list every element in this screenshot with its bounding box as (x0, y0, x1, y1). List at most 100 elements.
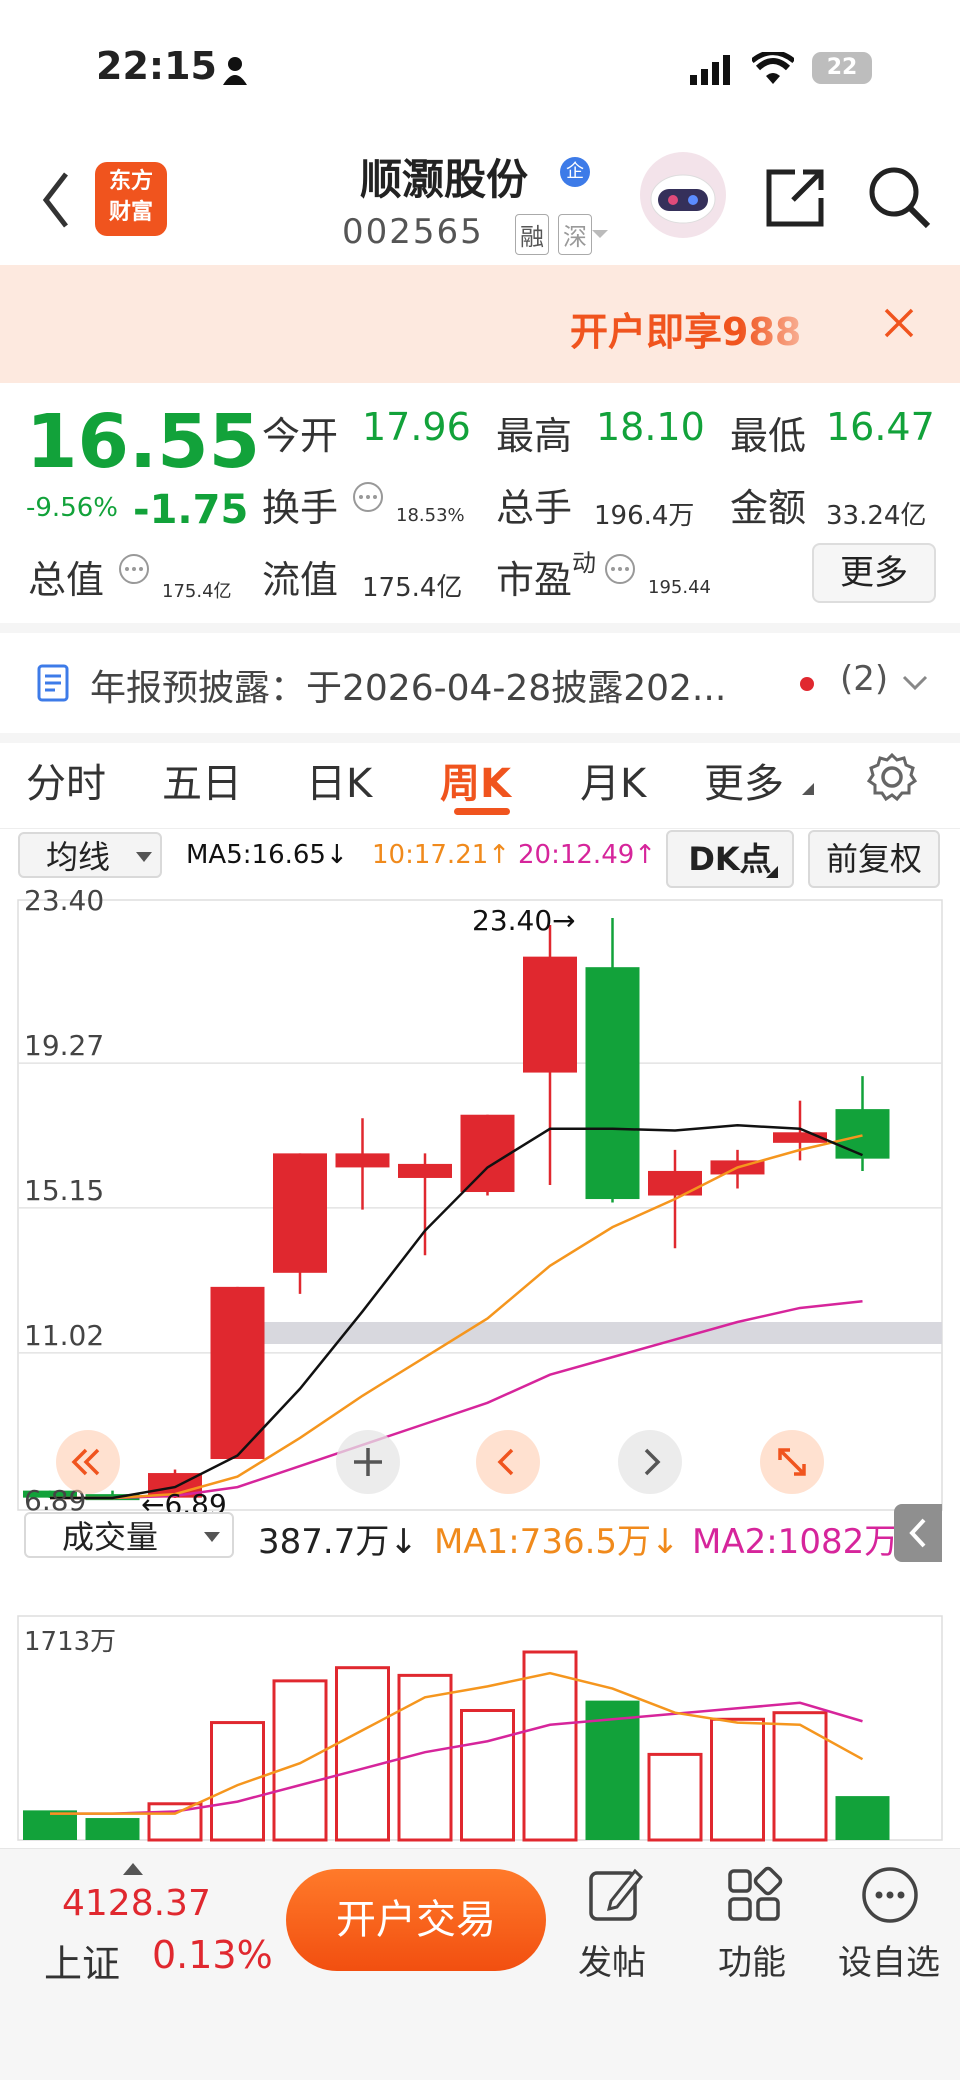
volume-bar (460, 1708, 515, 1842)
signal-icon (690, 55, 730, 85)
back-icon[interactable] (40, 170, 70, 230)
chevron-left-icon (909, 1518, 926, 1548)
pe-superscript: 动 (572, 549, 596, 577)
tab-more[interactable]: 更多 (704, 751, 784, 809)
tab-intraday[interactable]: 分时 (26, 751, 106, 809)
move-left-button[interactable] (476, 1430, 540, 1494)
amount-value: 33.24亿 (826, 501, 927, 531)
share-icon[interactable] (765, 166, 827, 228)
fullscreen-button[interactable] (760, 1430, 824, 1494)
stock-name[interactable]: 顺灏股份 (360, 146, 528, 207)
volume-value: 387.7万↓ (258, 1522, 418, 1562)
candle-body (335, 1153, 390, 1168)
dropdown-icon (204, 1532, 220, 1542)
more-dots-icon[interactable] (860, 1865, 920, 1925)
high-label: 最高 (496, 414, 573, 458)
volume-select-label: 成交量 (62, 1518, 159, 1556)
corner-arrow-icon (766, 866, 778, 878)
ma5-line (50, 1124, 863, 1500)
edit-icon[interactable] (585, 1865, 645, 1925)
volume-bar (772, 1711, 828, 1842)
pe-value: 195.44 (648, 577, 711, 598)
more-button[interactable]: 更多 (812, 543, 936, 603)
index-value[interactable]: 4128.37 (62, 1883, 211, 1924)
last-price: 16.55 (26, 399, 261, 485)
candlestick-chart[interactable]: 23.4019.2715.1511.026.8923.40→←6.891713万… (0, 888, 960, 1848)
tab-five-day[interactable]: 五日 (162, 751, 242, 809)
zoom-in-button[interactable] (336, 1430, 400, 1494)
dropdown-icon (136, 852, 152, 862)
info-icon[interactable] (118, 553, 150, 585)
high-value: 18.10 (596, 405, 705, 449)
price-axis-label: 19.27 (24, 1029, 104, 1062)
ma10-line (50, 1134, 863, 1500)
status-bar: 22:15 22 (0, 0, 960, 140)
margin-tag: 融 (515, 214, 549, 255)
quote-panel: 16.55 -9.56% -1.75 今开 17.96 最高 18.10 最低 … (0, 383, 960, 623)
candle-body (648, 1170, 702, 1196)
volume-ma1: MA1:736.5万↓ (434, 1522, 680, 1562)
adjust-price-button[interactable]: 前复权 (808, 830, 940, 888)
battery-icon: 22 (812, 52, 872, 84)
function-label[interactable]: 功能 (718, 1935, 786, 1984)
person-icon (223, 57, 247, 85)
low-label: 最低 (730, 414, 807, 458)
enterprise-badge: 企 (560, 157, 590, 187)
gear-icon[interactable] (866, 751, 918, 803)
volume-bar (647, 1752, 703, 1842)
volume-axis-label: 1713万 (24, 1627, 116, 1657)
post-label[interactable]: 发帖 (578, 1935, 646, 1984)
open-trade-button[interactable]: 开户交易 (286, 1869, 546, 1971)
adjust-price-label: 前复权 (825, 840, 922, 878)
open-trade-label: 开户交易 (336, 1897, 496, 1943)
dk-point-button[interactable]: DK点 (666, 830, 794, 888)
apps-icon[interactable] (724, 1865, 784, 1925)
candle-body (273, 1153, 327, 1273)
battery-level: 22 (826, 55, 858, 80)
volume-bar (835, 1796, 890, 1840)
add-watchlist-label[interactable]: 设自选 (838, 1935, 940, 1984)
tab-daily-k[interactable]: 日K (306, 751, 372, 809)
move-right-button[interactable] (618, 1430, 682, 1494)
tab-monthly-k[interactable]: 月K (580, 751, 646, 809)
info-icon[interactable] (352, 481, 384, 513)
index-name[interactable]: 上证 (44, 1933, 120, 1988)
wifi-icon (752, 52, 794, 84)
candle-body (398, 1163, 452, 1178)
move-far-left-button[interactable] (56, 1430, 120, 1494)
bottom-toolbar: 4128.37 上证 0.13% 开户交易 发帖 功能 设自选 (0, 1848, 960, 2080)
open-value: 17.96 (362, 405, 471, 449)
status-time: 22:15 (96, 44, 217, 88)
search-icon[interactable] (866, 164, 932, 230)
ma-select-label: 均线 (46, 838, 111, 876)
exchange-tag: 深 (558, 214, 592, 255)
info-icon[interactable] (604, 553, 636, 585)
chevron-down-icon[interactable] (902, 675, 928, 691)
pe-label: 市盈 (496, 558, 573, 602)
chevron-left-icon (497, 1448, 514, 1476)
collapse-panel-button[interactable] (894, 1504, 942, 1562)
chevron-down-icon[interactable] (590, 228, 610, 240)
robot-avatar[interactable] (640, 152, 726, 238)
chevron-right-icon (644, 1448, 661, 1476)
app-logo: 东方 财富 (95, 162, 167, 236)
tab-weekly-k[interactable]: 周K (440, 751, 511, 809)
stock-header: 东方 财富 顺灏股份 企 002565 融 深 (0, 140, 960, 266)
candle-body (585, 967, 640, 1200)
close-icon[interactable] (883, 307, 915, 339)
candle-body (835, 1109, 890, 1159)
ma-select[interactable]: 均线 (18, 832, 162, 878)
market-cap-value: 175.4亿 (162, 581, 232, 602)
volume-ma2: MA2:1082万↓ (692, 1522, 902, 1562)
stock-code: 002565 (342, 212, 484, 252)
high-annotation: 23.40→ (472, 904, 576, 937)
amount-label: 金额 (730, 486, 807, 530)
unread-dot (800, 677, 814, 691)
active-tab-indicator (454, 808, 510, 815)
logo-text-1: 东方 (108, 169, 153, 194)
promo-banner[interactable]: 开户即享988 (0, 265, 960, 383)
index-change[interactable]: 0.13% (152, 1933, 273, 1977)
announcement-text: 年报预披露：于2026-04-28披露202... (90, 668, 727, 709)
volume-select[interactable]: 成交量 (24, 1512, 234, 1558)
logo-text-2: 财富 (108, 200, 153, 225)
